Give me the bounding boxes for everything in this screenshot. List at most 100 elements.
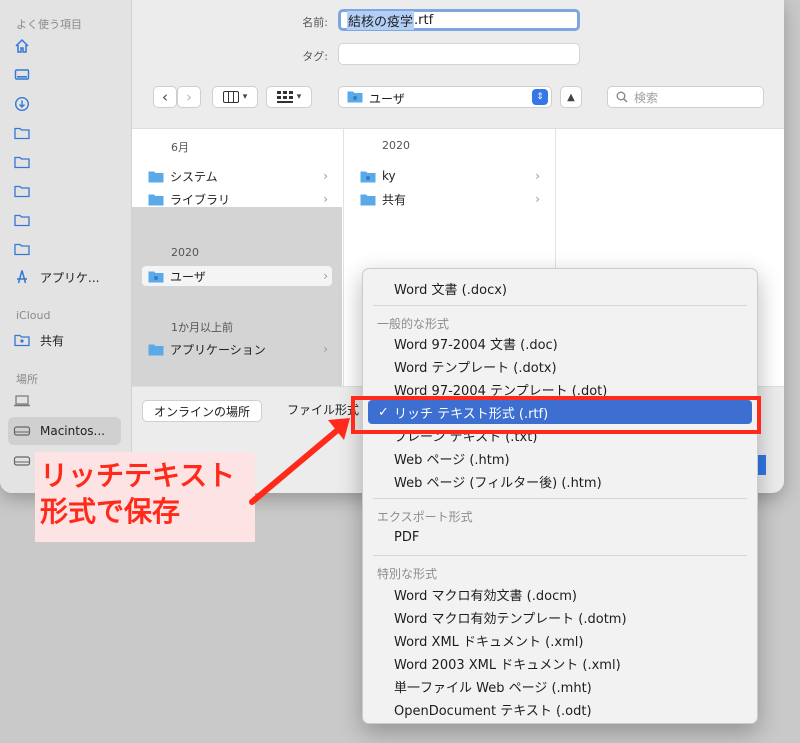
disk-icon bbox=[12, 451, 32, 471]
sidebar-item-disk-2[interactable] bbox=[12, 450, 32, 472]
sidebar-item-folder-1[interactable] bbox=[12, 122, 32, 144]
tag-label: タグ: bbox=[302, 50, 328, 63]
sidebar-item-label: アプリケ... bbox=[40, 270, 100, 285]
menu-item-pdf[interactable]: PDF bbox=[363, 526, 757, 549]
sidebar-item-applications[interactable]: アプリケ... bbox=[12, 266, 99, 288]
menu-item-mht[interactable]: 単一ファイル Web ページ (.mht) bbox=[363, 675, 757, 698]
sidebar-item-folder-4[interactable] bbox=[12, 209, 32, 231]
column-1-group-header: 6月 bbox=[171, 141, 189, 154]
list-item-label: 共有 bbox=[382, 192, 407, 207]
chevron-up-icon: ▲ bbox=[567, 91, 575, 103]
column-selection-area bbox=[132, 207, 342, 387]
sidebar-item-folder-5[interactable] bbox=[12, 238, 32, 260]
sidebar-favorites-header: よく使う項目 bbox=[16, 18, 82, 31]
sidebar-item-desktop[interactable] bbox=[12, 64, 32, 86]
column-2-item-shared[interactable]: 共有 › bbox=[360, 189, 540, 209]
menu-item-dotx[interactable]: Word テンプレート (.dotx) bbox=[363, 355, 757, 378]
sidebar-item-folder-3[interactable] bbox=[12, 180, 32, 202]
menu-item-odt[interactable]: OpenDocument テキスト (.odt) bbox=[363, 698, 757, 721]
filename-selected-text: 結核の疫学 bbox=[347, 10, 415, 30]
annotation-line-1: リッチテキスト bbox=[40, 459, 236, 492]
tag-field[interactable] bbox=[338, 43, 580, 65]
grid-icon bbox=[276, 91, 293, 103]
shared-folder-icon bbox=[12, 330, 32, 350]
chevron-right-icon: › bbox=[535, 192, 540, 206]
column-1-group-header: 2020 bbox=[171, 246, 199, 259]
filename-extension: .rtf bbox=[414, 12, 434, 28]
column-2-item-ky[interactable]: ky › bbox=[360, 166, 540, 186]
annotation-arrow-icon bbox=[249, 418, 350, 505]
name-label: 名前: bbox=[302, 16, 328, 29]
menu-item-xml[interactable]: Word XML ドキュメント (.xml) bbox=[363, 629, 757, 652]
column-1-item-applications[interactable]: アプリケーション › bbox=[148, 339, 328, 359]
menu-item-htm-filtered[interactable]: Web ページ (フィルター後) (.htm) bbox=[363, 470, 757, 493]
sidebar-item-folder-2[interactable] bbox=[12, 151, 32, 173]
menu-item-xml-2003[interactable]: Word 2003 XML ドキュメント (.xml) bbox=[363, 652, 757, 675]
folder-icon bbox=[12, 239, 32, 259]
file-format-menu: Word 文書 (.docx) 一般的な形式 Word 97-2004 文書 (… bbox=[362, 268, 758, 724]
menu-item-dotm[interactable]: Word マクロ有効テンプレート (.dotm) bbox=[363, 606, 757, 629]
chevron-right-icon: › bbox=[323, 342, 328, 356]
search-field[interactable]: 検索 bbox=[607, 86, 764, 108]
location-popup[interactable]: ユーザ ⇕ bbox=[338, 86, 552, 108]
menu-section-export: エクスポート形式 bbox=[377, 510, 473, 524]
annotation-line-2: 形式で保存 bbox=[40, 495, 181, 528]
folder-icon bbox=[12, 181, 32, 201]
folder-icon bbox=[360, 193, 376, 206]
list-item-label: ユーザ bbox=[170, 269, 206, 284]
column-1-item-system[interactable]: システム › bbox=[148, 166, 328, 186]
list-item-label: ky bbox=[382, 169, 396, 183]
chevron-right-icon: › bbox=[535, 169, 540, 183]
applications-icon bbox=[12, 267, 32, 287]
sidebar-item-label: 共有 bbox=[40, 333, 65, 348]
menu-section-special: 特別な形式 bbox=[377, 567, 438, 581]
column-1-item-users[interactable]: ユーザ › bbox=[142, 266, 332, 286]
menu-item-doc[interactable]: Word 97-2004 文書 (.doc) bbox=[363, 332, 757, 355]
menu-item-docx[interactable]: Word 文書 (.docx) bbox=[363, 277, 757, 300]
column-1-item-library[interactable]: ライブラリ › bbox=[148, 189, 328, 209]
folder-icon bbox=[148, 270, 164, 283]
sidebar-locations-header: 場所 bbox=[16, 373, 38, 386]
download-icon bbox=[12, 94, 32, 114]
folder-icon bbox=[148, 343, 164, 356]
list-item-label: アプリケーション bbox=[170, 342, 266, 357]
desktop-icon bbox=[12, 65, 32, 85]
view-columns-button[interactable]: ▾ bbox=[212, 86, 258, 108]
group-button[interactable]: ▾ bbox=[266, 86, 312, 108]
chevron-right-icon: › bbox=[323, 169, 328, 183]
list-item-label: ライブラリ bbox=[170, 192, 231, 207]
sidebar-item-macintosh-hd[interactable]: Macintos... bbox=[12, 420, 105, 442]
filename-field[interactable]: 結核の疫学 .rtf bbox=[338, 9, 580, 31]
column-1-group-header: 1か月以上前 bbox=[171, 321, 233, 334]
folder-icon bbox=[148, 170, 164, 183]
collapse-button[interactable]: ▲ bbox=[560, 86, 582, 108]
annotation-highlight-box bbox=[351, 396, 761, 434]
back-button[interactable]: ‹ bbox=[153, 86, 177, 108]
location-label: ユーザ bbox=[369, 92, 405, 106]
forward-button[interactable]: › bbox=[177, 86, 201, 108]
folder-icon bbox=[12, 210, 32, 230]
search-icon bbox=[616, 91, 628, 103]
sidebar-item-shared[interactable]: 共有 bbox=[12, 329, 64, 351]
menu-item-htm[interactable]: Web ページ (.htm) bbox=[363, 447, 757, 470]
laptop-icon bbox=[12, 391, 32, 411]
updown-stepper-icon: ⇕ bbox=[532, 89, 548, 105]
sidebar-item-home[interactable] bbox=[12, 35, 32, 57]
sidebar-item-computer[interactable] bbox=[12, 390, 32, 412]
menu-item-docm[interactable]: Word マクロ有効文書 (.docm) bbox=[363, 583, 757, 606]
menu-section-common: 一般的な形式 bbox=[377, 317, 450, 331]
search-placeholder: 検索 bbox=[634, 90, 659, 105]
sidebar-item-downloads[interactable] bbox=[12, 93, 32, 115]
columns-view-icon bbox=[222, 91, 239, 103]
sidebar-icloud-header: iCloud bbox=[16, 309, 51, 322]
folder-icon bbox=[12, 152, 32, 172]
folder-icon bbox=[347, 90, 363, 106]
folder-icon bbox=[360, 170, 376, 183]
chevron-down-icon: ▾ bbox=[296, 92, 302, 102]
sidebar-item-label: Macintos... bbox=[40, 424, 105, 438]
list-item-label: システム bbox=[170, 169, 218, 184]
folder-icon bbox=[148, 193, 164, 206]
chevron-right-icon: › bbox=[323, 269, 328, 283]
annotation-text: リッチテキスト 形式で保存 bbox=[40, 458, 235, 530]
disk-icon bbox=[12, 421, 32, 441]
